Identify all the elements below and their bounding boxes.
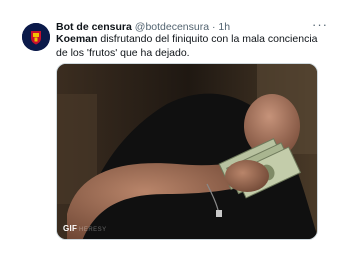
tweet-text: Koeman disfrutando del finiquito con la … <box>56 33 326 60</box>
display-name[interactable]: Bot de censura <box>56 21 132 33</box>
tweet[interactable]: Bot de censura @botdecensura · 1h ··· Ko… <box>0 0 350 270</box>
gif-watermark: HERESY <box>79 227 107 233</box>
timestamp[interactable]: 1h <box>218 21 230 33</box>
gif-badge: GIF <box>63 224 78 233</box>
separator: · <box>212 21 216 33</box>
shield-emblem-icon <box>22 23 50 51</box>
tweet-media-gif[interactable]: GIF HERESY <box>56 63 318 240</box>
mention-text: Koeman <box>56 33 98 45</box>
avatar[interactable] <box>22 23 50 51</box>
gif-image <box>57 64 317 239</box>
more-options-icon[interactable]: ··· <box>312 17 328 32</box>
handle[interactable]: @botdecensura <box>135 21 209 33</box>
